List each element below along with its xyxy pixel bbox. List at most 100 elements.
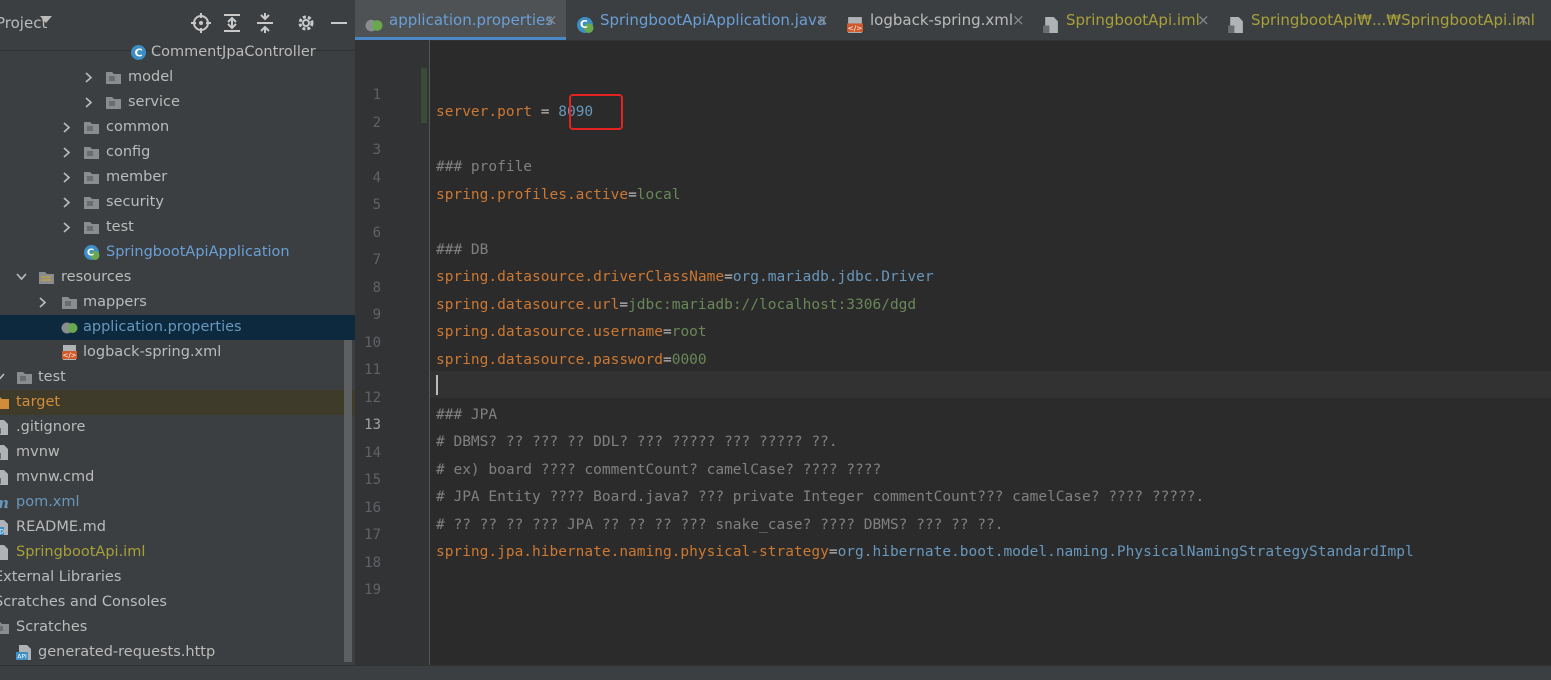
tree-item[interactable]: .gitignore — [0, 415, 355, 440]
annotation-red-box — [569, 94, 623, 130]
tree-item[interactable]: test — [0, 365, 355, 390]
line-number: 9 — [372, 307, 381, 323]
svg-text:C: C — [580, 19, 588, 31]
svg-text:MD: MD — [0, 529, 4, 536]
chevron-down-icon[interactable] — [40, 16, 52, 23]
tree-item-label: logback-spring.xml — [83, 344, 222, 360]
code-line[interactable]: ### JPA — [436, 405, 497, 425]
tab-label: SpringbootApi.iml — [1066, 11, 1200, 29]
tree-item[interactable]: member — [0, 165, 355, 190]
code-line[interactable]: ### DB — [436, 240, 488, 260]
editor-tab[interactable]: </> logback-spring.xml × — [836, 0, 1032, 40]
code-line[interactable]: spring.jpa.hibernate.naming.physical-str… — [436, 542, 1414, 562]
code-line[interactable]: # DBMS? ?? ??? ?? DDL? ??? ????? ??? ???… — [436, 432, 838, 452]
folder-icon — [105, 94, 122, 111]
tree-item[interactable]: common — [0, 115, 355, 140]
code-line[interactable]: # ?? ?? ?? ??? JPA ?? ?? ?? ??? snake_ca… — [436, 515, 1003, 535]
chevron-right-icon[interactable] — [84, 90, 96, 115]
tree-item[interactable]: External Libraries — [0, 565, 355, 590]
tree-item-label: test — [38, 369, 66, 385]
tab-label: logback-spring.xml — [870, 11, 1014, 29]
editor-tab[interactable]: SpringbootApi.iml × — [1032, 0, 1217, 40]
tree-item[interactable]: Scratches — [0, 615, 355, 640]
tree-item[interactable]: security — [0, 190, 355, 215]
tree-item[interactable]: application.properties — [0, 315, 355, 340]
tree-item-label: common — [106, 119, 170, 135]
chevron-right-icon[interactable] — [38, 290, 50, 315]
tree-item[interactable]: service — [0, 90, 355, 115]
tree-item-label: SpringbootApi.iml — [16, 544, 146, 560]
line-number: 18 — [364, 554, 381, 571]
chevron-down-icon[interactable] — [0, 365, 6, 390]
close-icon[interactable]: × — [816, 0, 829, 44]
chevron-right-icon[interactable] — [62, 190, 74, 215]
tree-item[interactable]: C SpringbootApiApplication — [0, 240, 355, 265]
svg-text:C: C — [87, 248, 94, 259]
tree-item[interactable]: API generated-requests.http — [0, 640, 355, 665]
tree-item[interactable]: mappers — [0, 290, 355, 315]
code-token: ### DB — [436, 241, 489, 258]
code-token: # ?? ?? ?? ??? JPA ?? ?? ?? ??? snake_ca… — [436, 516, 1004, 533]
collapse-all-icon[interactable] — [254, 12, 276, 34]
code-line[interactable]: spring.datasource.password=0000 — [436, 350, 707, 370]
tree-item-label: README.md — [16, 519, 106, 535]
editor-tab-bar: application.properties × C SpringbootApiApp… — [355, 0, 1551, 41]
code-line[interactable]: spring.datasource.driverClassName=org.ma… — [436, 267, 934, 287]
editor-tab[interactable]: SpringbootApi₩...₩SpringbootApi.iml × — [1217, 0, 1537, 40]
chevron-down-icon[interactable] — [16, 265, 28, 290]
editor-tab[interactable]: C SpringbootApiApplication.java × — [566, 0, 836, 40]
folder-icon — [83, 194, 100, 211]
code-line[interactable]: spring.profiles.active=local — [436, 185, 680, 205]
tree-item[interactable]: Scratches and Consoles — [0, 590, 355, 615]
expand-all-icon[interactable] — [221, 12, 243, 34]
line-number: 11 — [364, 362, 381, 378]
text-caret — [436, 375, 438, 395]
line-number-gutter: 1 2 3 4 5 6 7 8 9 10 11 12 13 14 15 16 17 18 19 — [355, 40, 430, 665]
chevron-right-icon[interactable] — [62, 140, 74, 165]
hide-panel-icon[interactable] — [328, 12, 350, 34]
tree-item[interactable]: resources — [0, 265, 355, 290]
tree-item[interactable]: config — [0, 140, 355, 165]
code-token: spring.datasource.password — [436, 351, 663, 368]
chevron-right-icon[interactable] — [62, 165, 74, 190]
line-number: 19 — [364, 582, 381, 598]
code-token: ### JPA — [436, 406, 498, 423]
tree-item-label: mvnw.cmd — [16, 469, 95, 485]
chevron-right-icon[interactable] — [84, 65, 96, 90]
close-icon[interactable]: × — [1012, 0, 1025, 44]
tree-item-label: service — [128, 94, 180, 110]
tree-item[interactable]: m pom.xml — [0, 490, 355, 515]
close-icon[interactable]: × — [545, 0, 558, 44]
code-token: spring.datasource.username — [436, 324, 663, 340]
code-line[interactable]: spring.datasource.username=root — [436, 322, 707, 342]
close-icon[interactable]: × — [1517, 0, 1530, 44]
svg-text:</>: </> — [62, 352, 76, 360]
tree-item[interactable]: SpringbootApi.iml — [0, 540, 355, 565]
tree-item[interactable]: test — [0, 215, 355, 240]
project-tool-window: Project C CommentJpaController model servic… — [0, 0, 355, 665]
resources-folder-icon — [38, 269, 55, 286]
tree-item-label: generated-requests.http — [38, 644, 216, 660]
code-line[interactable]: # ex) board ???? commentCount? camelCase… — [436, 460, 881, 480]
locate-file-icon[interactable] — [190, 12, 212, 34]
code-token: 0000 — [671, 351, 707, 368]
tree-item[interactable]: </> logback-spring.xml — [0, 340, 355, 365]
code-line[interactable]: ### profile — [436, 157, 532, 177]
code-token: = — [628, 186, 637, 203]
tree-item[interactable]: mvnw.cmd — [0, 465, 355, 490]
tree-item[interactable]: MD README.md — [0, 515, 355, 540]
editor-tab[interactable]: application.properties × — [355, 0, 566, 40]
tree-item[interactable]: mvnw — [0, 440, 355, 465]
tree-item[interactable]: C CommentJpaController — [0, 40, 355, 65]
code-line[interactable]: spring.datasource.url=jdbc:mariadb://loc… — [436, 295, 916, 315]
gear-icon[interactable] — [295, 12, 317, 34]
code-line[interactable]: # JPA Entity ???? Board.java? ??? privat… — [436, 487, 1204, 507]
tree-item[interactable]: model — [0, 65, 355, 90]
tree-item-label: pom.xml — [16, 494, 80, 510]
tree-item[interactable]: target — [0, 390, 355, 415]
chevron-right-icon[interactable] — [62, 215, 74, 240]
vcs-change-marker[interactable] — [421, 68, 427, 123]
project-scrollbar[interactable] — [344, 340, 352, 662]
close-icon[interactable]: × — [1197, 0, 1210, 44]
chevron-right-icon[interactable] — [62, 115, 74, 140]
